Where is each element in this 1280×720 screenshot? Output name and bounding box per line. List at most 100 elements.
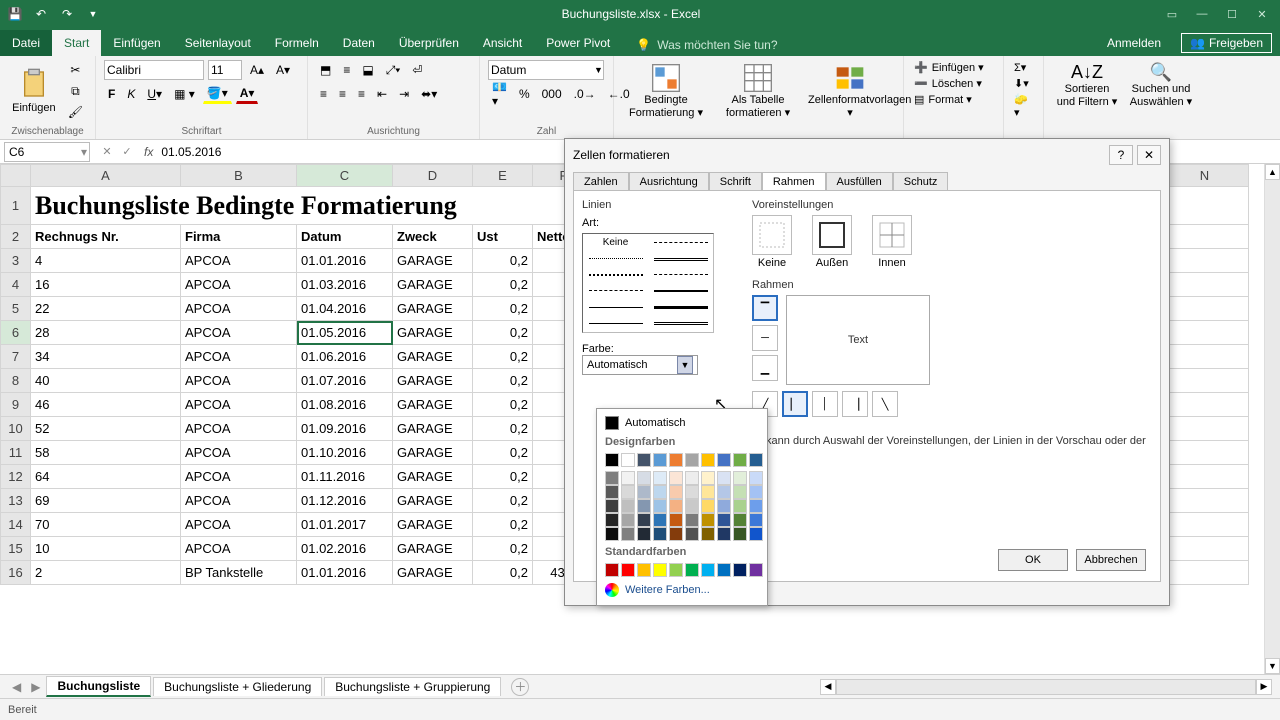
scroll-up-icon[interactable]: ▲ (1265, 164, 1280, 180)
border-left-button[interactable]: ▏ (782, 391, 808, 417)
cell[interactable] (1161, 513, 1249, 537)
border-diag-up-button[interactable]: ╱ (752, 391, 778, 417)
close-icon[interactable]: ✕ (1248, 3, 1276, 25)
cell[interactable]: 28 (31, 321, 181, 345)
cell[interactable]: 01.02.2016 (297, 537, 393, 561)
cell[interactable]: APCOA (181, 345, 297, 369)
cell[interactable]: 0,2 (473, 321, 533, 345)
align-left-button[interactable]: ≡ (316, 84, 331, 104)
cell[interactable]: 01.10.2016 (297, 441, 393, 465)
sheet-tab[interactable]: Buchungsliste + Gruppierung (324, 677, 501, 696)
cell[interactable] (1161, 393, 1249, 417)
cell[interactable]: 0,2 (473, 273, 533, 297)
select-all-cell[interactable] (1, 165, 31, 187)
paste-button[interactable]: Einfügen (8, 66, 60, 116)
dialog-tab-rahmen[interactable]: Rahmen (762, 172, 826, 191)
cell[interactable]: 01.11.2016 (297, 465, 393, 489)
cell[interactable]: 0,2 (473, 513, 533, 537)
cell[interactable]: GARAGE (393, 369, 473, 393)
header-cell[interactable]: Rechnugs Nr. (31, 225, 181, 249)
cell[interactable]: GARAGE (393, 417, 473, 441)
cell[interactable]: GARAGE (393, 393, 473, 417)
cell[interactable]: 0,2 (473, 249, 533, 273)
row-header[interactable]: 12 (1, 465, 31, 489)
cell[interactable]: APCOA (181, 417, 297, 441)
increase-indent-button[interactable]: ⇥ (395, 84, 413, 104)
cell[interactable]: 01.01.2017 (297, 513, 393, 537)
cell[interactable]: GARAGE (393, 537, 473, 561)
cell[interactable]: 0,2 (473, 441, 533, 465)
cell[interactable] (1161, 369, 1249, 393)
row-header[interactable]: 2 (1, 225, 31, 249)
tab-formeln[interactable]: Formeln (263, 30, 331, 56)
fill-color-button[interactable]: 🪣▾ (203, 84, 232, 104)
sheet-nav-prev[interactable]: ◀ (8, 680, 25, 694)
save-icon[interactable]: 💾 (4, 3, 26, 25)
font-name-select[interactable] (104, 60, 204, 80)
scroll-down-icon[interactable]: ▼ (1265, 658, 1280, 674)
preset-outer-button[interactable]: Außen (812, 215, 852, 269)
sheet-nav-next[interactable]: ▶ (27, 680, 44, 694)
format-as-table-button[interactable]: Als Tabelle formatieren ▾ (714, 60, 802, 121)
italic-button[interactable]: K (123, 84, 139, 104)
cell[interactable]: 0,2 (473, 417, 533, 441)
column-header[interactable]: N (1161, 165, 1249, 187)
cell[interactable]: GARAGE (393, 345, 473, 369)
align-right-button[interactable]: ≡ (354, 84, 369, 104)
column-header[interactable]: C (297, 165, 393, 187)
column-header[interactable]: A (31, 165, 181, 187)
header-cell[interactable] (1161, 225, 1249, 249)
cell[interactable]: GARAGE (393, 441, 473, 465)
cell[interactable]: 69 (31, 489, 181, 513)
cell[interactable]: 01.12.2016 (297, 489, 393, 513)
cell[interactable] (1161, 417, 1249, 441)
increase-font-button[interactable]: A▴ (246, 60, 268, 80)
tab-seitenlayout[interactable]: Seitenlayout (173, 30, 263, 56)
row-header[interactable]: 16 (1, 561, 31, 585)
increase-decimal-button[interactable]: .0→ (570, 84, 600, 104)
cell[interactable]: 01.03.2016 (297, 273, 393, 297)
cell[interactable]: 0,2 (473, 345, 533, 369)
preset-inner-button[interactable]: Innen (872, 215, 912, 269)
cell[interactable]: GARAGE (393, 249, 473, 273)
copy-button[interactable]: ⧉ (64, 81, 87, 101)
format-cells-button[interactable]: ▤Format ▾ (912, 92, 995, 107)
cell[interactable]: GARAGE (393, 273, 473, 297)
dialog-tab-ausfüllen[interactable]: Ausfüllen (826, 172, 893, 191)
cell[interactable]: 22 (31, 297, 181, 321)
ribbon-options-icon[interactable]: ▭ (1158, 3, 1186, 25)
currency-button[interactable]: 💶▾ (488, 84, 511, 104)
header-cell[interactable]: Zweck (393, 225, 473, 249)
cell[interactable]: 52 (31, 417, 181, 441)
align-center-button[interactable]: ≡ (335, 84, 350, 104)
horizontal-scrollbar[interactable]: ◀ ▶ (820, 679, 1272, 695)
tell-me-search[interactable]: 💡 Was möchten Sie tun? (630, 34, 783, 56)
cell[interactable] (1161, 297, 1249, 321)
cell[interactable]: 46 (31, 393, 181, 417)
sheet-tab[interactable]: Buchungsliste + Gliederung (153, 677, 322, 696)
cell[interactable] (1161, 561, 1249, 585)
maximize-icon[interactable]: ☐ (1218, 3, 1246, 25)
border-mid-h-button[interactable]: ─ (752, 325, 778, 351)
row-header[interactable]: 9 (1, 393, 31, 417)
signin-link[interactable]: Anmelden (1099, 30, 1169, 56)
tab-file[interactable]: Datei (0, 30, 52, 56)
accept-formula-button[interactable]: ✓ (118, 143, 136, 161)
header-cell[interactable]: Ust (473, 225, 533, 249)
vertical-scrollbar[interactable]: ▲ ▼ (1264, 164, 1280, 674)
cell[interactable] (1161, 489, 1249, 513)
cell[interactable] (1161, 537, 1249, 561)
cell[interactable]: 01.09.2016 (297, 417, 393, 441)
cell[interactable] (1161, 345, 1249, 369)
preset-none-button[interactable]: Keine (752, 215, 792, 269)
align-top-button[interactable]: ⬒ (316, 60, 335, 80)
cancel-formula-button[interactable]: ✕ (98, 143, 116, 161)
format-painter-button[interactable]: 🖌 (64, 102, 87, 122)
cell[interactable] (1161, 273, 1249, 297)
cell[interactable]: GARAGE (393, 465, 473, 489)
border-mid-v-button[interactable]: │ (812, 391, 838, 417)
column-header[interactable]: B (181, 165, 297, 187)
cell[interactable]: APCOA (181, 465, 297, 489)
cell[interactable]: GARAGE (393, 297, 473, 321)
align-bottom-button[interactable]: ⬓ (358, 60, 377, 80)
